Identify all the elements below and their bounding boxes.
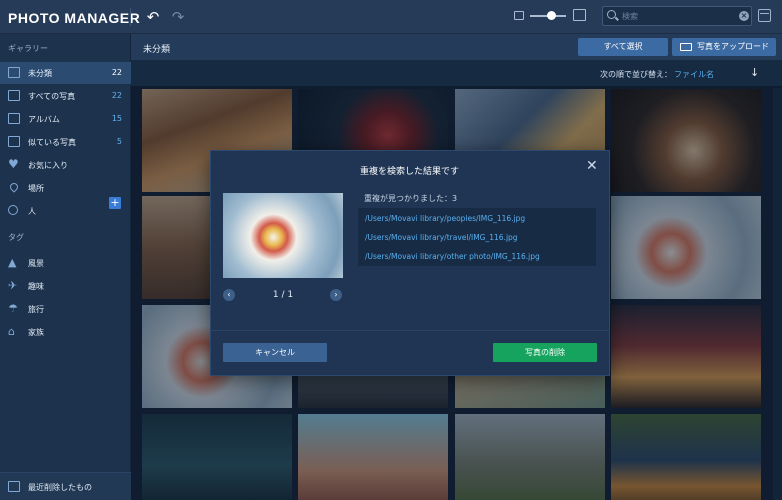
photos-icon — [8, 90, 20, 101]
dialog-title: 重複を検索した結果です — [360, 167, 460, 177]
sort-dropdown[interactable]: ファイル名 — [674, 69, 714, 80]
calendar-icon[interactable] — [758, 9, 771, 22]
sidebar-item-unsorted[interactable]: 未分類 22 — [0, 62, 131, 84]
duplicate-path-item[interactable]: /Users/Movavi library/other photo/IMG_11… — [365, 252, 540, 261]
folder-icon — [8, 67, 20, 78]
tag-item-label: 風景 — [28, 259, 44, 268]
clear-search-icon[interactable]: × — [739, 11, 749, 21]
add-tag-button[interactable]: + — [109, 197, 121, 209]
sidebar-item-label: 人 — [28, 207, 36, 216]
sidebar-item-count: 22 — [111, 68, 122, 77]
tag-item-label: 趣味 — [28, 282, 44, 291]
tag-item-travel[interactable]: ☂ 旅行 — [0, 298, 131, 320]
house-icon: ⌂ — [8, 325, 15, 338]
pager: 1 / 1 — [272, 290, 294, 300]
close-icon[interactable]: ✕ — [586, 159, 598, 173]
sidebar-item-count: 15 — [111, 114, 122, 123]
sidebar-item-label: 未分類 — [28, 69, 52, 78]
duplicate-preview-image — [223, 193, 343, 278]
redo-icon[interactable]: ↷ — [169, 8, 187, 26]
search-icon — [607, 10, 616, 19]
tags-section-label: タグ — [8, 233, 24, 242]
recently-deleted-label: 最近削除したもの — [28, 483, 92, 492]
heart-icon: ♥ — [8, 157, 19, 171]
person-icon — [8, 205, 18, 215]
location-pin-icon — [8, 181, 20, 193]
sidebar-item-count: 5 — [116, 137, 122, 146]
select-all-button[interactable]: すべて選択 — [578, 38, 668, 56]
zoom-slider-handle[interactable] — [547, 11, 556, 20]
next-arrow-icon[interactable]: › — [330, 289, 342, 301]
landscape-icon: ▲ — [8, 256, 17, 269]
tag-item-landscape[interactable]: ▲ 風景 — [0, 252, 131, 274]
duplicate-path-item[interactable]: /Users/Movavi library/peoples/IMG_116.jp… — [365, 214, 525, 223]
duplicate-path-item[interactable]: /Users/Movavi library/travel/IMG_116.jpg — [365, 233, 518, 242]
sidebar-item-label: アルバム — [28, 115, 60, 124]
tag-item-family[interactable]: ⌂ 家族 — [0, 321, 131, 343]
sidebar-item-favorites[interactable]: ♥ お気に入り — [0, 154, 131, 176]
sort-direction-icon[interactable]: ↓ — [750, 66, 759, 79]
sort-label: 次の順で並び替え： — [600, 70, 672, 79]
large-image-icon[interactable] — [573, 9, 586, 21]
sidebar-item-count: 22 — [111, 91, 122, 100]
delete-photos-button[interactable]: 写真の削除 — [493, 343, 597, 362]
sidebar-item-label: お気に入り — [28, 161, 68, 170]
small-image-icon[interactable] — [514, 11, 524, 20]
cancel-button[interactable]: キャンセル — [223, 343, 327, 362]
tag-item-label: 家族 — [28, 328, 44, 337]
sidebar-item-all-photos[interactable]: すべての写真 22 — [0, 85, 131, 107]
sidebar-item-label: 場所 — [28, 184, 44, 193]
page-title: 未分類 — [143, 45, 171, 55]
toolbar-divider — [130, 8, 131, 26]
tag-item-label: 旅行 — [28, 305, 44, 314]
trash-icon — [8, 481, 20, 492]
sidebar-item-label: 似ている写真 — [28, 138, 76, 147]
previous-arrow-icon[interactable]: ‹ — [223, 289, 235, 301]
app-logo: PHOTO MANAGER — [8, 10, 141, 26]
recently-deleted[interactable]: 最近削除したもの — [0, 472, 131, 500]
search-input[interactable] — [622, 9, 734, 23]
dialog-divider — [210, 330, 610, 331]
similar-icon — [8, 136, 20, 147]
album-icon — [8, 113, 20, 124]
sidebar: ギャラリー 未分類 22 すべての写真 22 アルバム 15 似ている写真 5 … — [0, 34, 131, 500]
sidebar-item-albums[interactable]: アルバム 15 — [0, 108, 131, 130]
undo-icon[interactable]: ↶ — [144, 8, 162, 26]
upload-icon — [680, 43, 692, 51]
sidebar-item-label: すべての写真 — [28, 92, 76, 101]
plane-icon: ✈ — [8, 279, 18, 292]
duplicates-found-count: 重複が見つかりました：3 — [364, 194, 458, 203]
sidebar-item-similar[interactable]: 似ている写真 5 — [0, 131, 131, 153]
umbrella-icon: ☂ — [8, 302, 18, 315]
tag-item-hobby[interactable]: ✈ 趣味 — [0, 275, 131, 297]
gallery-section-label: ギャラリー — [8, 44, 48, 53]
